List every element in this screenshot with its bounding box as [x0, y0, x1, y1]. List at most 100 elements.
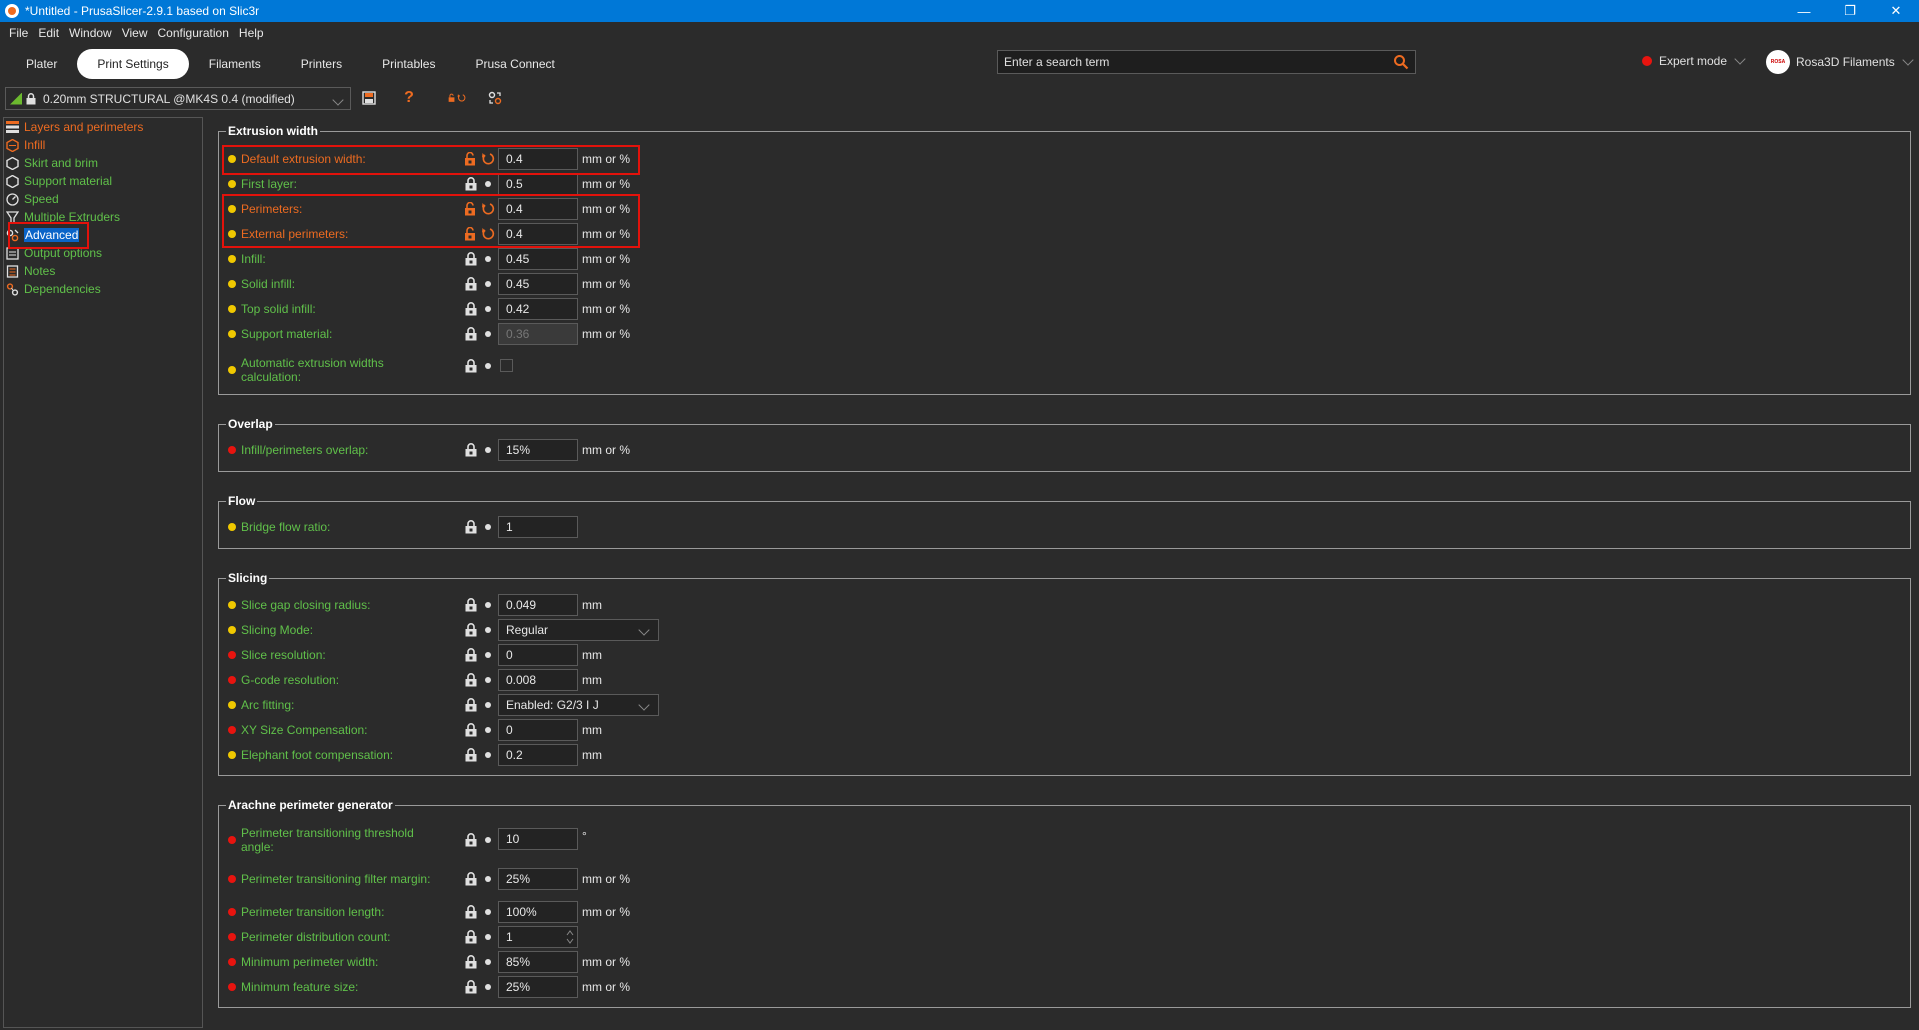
search-icon[interactable]	[1393, 54, 1409, 70]
print-preset-dropdown[interactable]: 0.20mm STRUCTURAL @MK4S 0.4 (modified)	[5, 87, 351, 110]
highlight-box	[222, 194, 640, 248]
xy-size-compensation-input[interactable]: 0	[498, 719, 578, 741]
expert-mode-bullet-icon	[228, 933, 236, 941]
tab-printers[interactable]: Printers	[281, 49, 362, 79]
top-solid-infill-width-input[interactable]: 0.42	[498, 298, 578, 320]
dependencies-icon	[5, 282, 19, 296]
sidebar-item-skirt-and-brim[interactable]: Skirt and brim	[5, 155, 98, 171]
system-value-dot-icon	[485, 909, 491, 915]
compatible-flag-icon	[10, 92, 22, 105]
chevron-down-icon	[638, 624, 650, 636]
simple-mode-bullet-icon	[228, 751, 236, 759]
minimum-perimeter-width-input[interactable]: 85%	[498, 951, 578, 973]
account-selector[interactable]: ROSA Rosa3D Filaments	[1766, 50, 1914, 74]
lock-icon	[465, 930, 477, 944]
restore-button[interactable]: ❐	[1827, 0, 1873, 22]
system-value-dot-icon	[485, 652, 491, 658]
perimeter-distribution-count-stepper[interactable]: 1	[498, 926, 578, 948]
sidebar-item-infill[interactable]: Infill	[5, 137, 45, 153]
slice-resolution-input[interactable]: 0	[498, 644, 578, 666]
lock-icon	[465, 520, 477, 534]
perimeter-transitioning-threshold-angle-input[interactable]: 10	[498, 828, 578, 850]
system-value-dot-icon	[485, 752, 491, 758]
automatic-extrusion-widths-checkbox[interactable]	[500, 359, 513, 372]
slice-gap-closing-radius-input[interactable]: 0.049	[498, 594, 578, 616]
simple-mode-bullet-icon	[228, 280, 236, 288]
sidebar-item-notes[interactable]: Notes	[5, 263, 55, 279]
unit-label: mm or %	[582, 872, 630, 886]
first-layer-width-input[interactable]: 0.5	[498, 173, 578, 195]
setting-minimum-perimeter-width: Minimum perimeter width:	[228, 951, 463, 973]
expert-mode-bullet-icon	[228, 836, 236, 844]
lock-icon	[465, 252, 477, 266]
lock-icon	[465, 598, 477, 612]
highlight-box	[222, 145, 640, 175]
sidebar-item-dependencies[interactable]: Dependencies	[5, 281, 101, 297]
unlock-reset-icon[interactable]	[448, 89, 466, 107]
setting-minimum-feature-size: Minimum feature size:	[228, 976, 463, 998]
close-button[interactable]: ✕	[1873, 0, 1919, 22]
expert-mode-icon	[1642, 56, 1652, 66]
speed-icon	[5, 192, 19, 206]
expert-mode-bullet-icon	[228, 875, 236, 883]
unit-label: mm or %	[582, 302, 630, 316]
menu-configuration[interactable]: Configuration	[153, 26, 234, 40]
unit-label: mm or %	[582, 327, 630, 341]
tab-plater[interactable]: Plater	[6, 49, 77, 79]
lock-icon	[465, 673, 477, 687]
menu-help[interactable]: Help	[234, 26, 269, 40]
menu-view[interactable]: View	[117, 26, 153, 40]
preset-toolbar: 0.20mm STRUCTURAL @MK4S 0.4 (modified) ?	[0, 84, 1919, 114]
infill-width-input[interactable]: 0.45	[498, 248, 578, 270]
save-preset-icon[interactable]	[360, 89, 378, 107]
setting-slicing-mode: Slicing Mode:	[228, 619, 463, 641]
prusaslicer-logo-icon	[5, 4, 19, 18]
unit-label: mm or %	[582, 277, 630, 291]
search-input[interactable]: Enter a search term	[997, 50, 1416, 74]
notes-icon	[5, 264, 19, 278]
system-value-dot-icon	[485, 281, 491, 287]
slicing-mode-dropdown[interactable]: Regular	[498, 619, 659, 641]
setting-top-solid-infill-width: Top solid infill:	[228, 298, 463, 320]
question-icon[interactable]: ?	[400, 89, 418, 107]
sidebar-item-layers-and-perimeters[interactable]: Layers and perimeters	[5, 119, 143, 135]
sidebar-item-support-material[interactable]: Support material	[5, 173, 112, 189]
lock-icon	[465, 648, 477, 662]
unit-label: mm or %	[582, 177, 630, 191]
lock-icon	[465, 955, 477, 969]
menu-edit[interactable]: Edit	[33, 26, 64, 40]
account-name: Rosa3D Filaments	[1796, 55, 1895, 69]
lock-icon	[465, 359, 477, 373]
spin-arrows-icon[interactable]	[565, 929, 575, 945]
gcode-resolution-input[interactable]: 0.008	[498, 669, 578, 691]
minimum-feature-size-input[interactable]: 25%	[498, 976, 578, 998]
menu-window[interactable]: Window	[64, 26, 117, 40]
tab-printables[interactable]: Printables	[362, 49, 455, 79]
infill-perimeters-overlap-input[interactable]: 15%	[498, 439, 578, 461]
system-value-dot-icon	[485, 602, 491, 608]
setting-automatic-extrusion-widths: Automatic extrusion widths calculation:	[228, 355, 411, 385]
sidebar-item-speed[interactable]: Speed	[5, 191, 59, 207]
expert-mode-bullet-icon	[228, 676, 236, 684]
tab-filaments[interactable]: Filaments	[189, 49, 281, 79]
elephant-foot-compensation-input[interactable]: 0.2	[498, 744, 578, 766]
tab-print-settings[interactable]: Print Settings	[77, 48, 189, 79]
bridge-flow-ratio-input[interactable]: 1	[498, 516, 578, 538]
highlight-box	[8, 222, 89, 249]
unit-label: mm	[582, 748, 602, 762]
group-title-arachne: Arachne perimeter generator	[226, 798, 395, 812]
tab-prusa-connect[interactable]: Prusa Connect	[455, 49, 574, 79]
unit-label: mm	[582, 673, 602, 687]
arc-fitting-dropdown[interactable]: Enabled: G2/3 I J	[498, 694, 659, 716]
mode-selector[interactable]: Expert mode	[1642, 53, 1746, 68]
compare-presets-icon[interactable]	[486, 89, 504, 107]
simple-mode-bullet-icon	[228, 305, 236, 313]
minimize-button[interactable]: —	[1781, 0, 1827, 22]
perimeter-transition-length-input[interactable]: 100%	[498, 901, 578, 923]
perimeter-transitioning-filter-margin-input[interactable]: 25%	[498, 868, 578, 890]
menu-file[interactable]: File	[4, 26, 33, 40]
solid-infill-width-input[interactable]: 0.45	[498, 273, 578, 295]
system-value-dot-icon	[485, 363, 491, 369]
layers-icon	[5, 120, 19, 134]
setting-support-material-width: Support material:	[228, 323, 463, 345]
